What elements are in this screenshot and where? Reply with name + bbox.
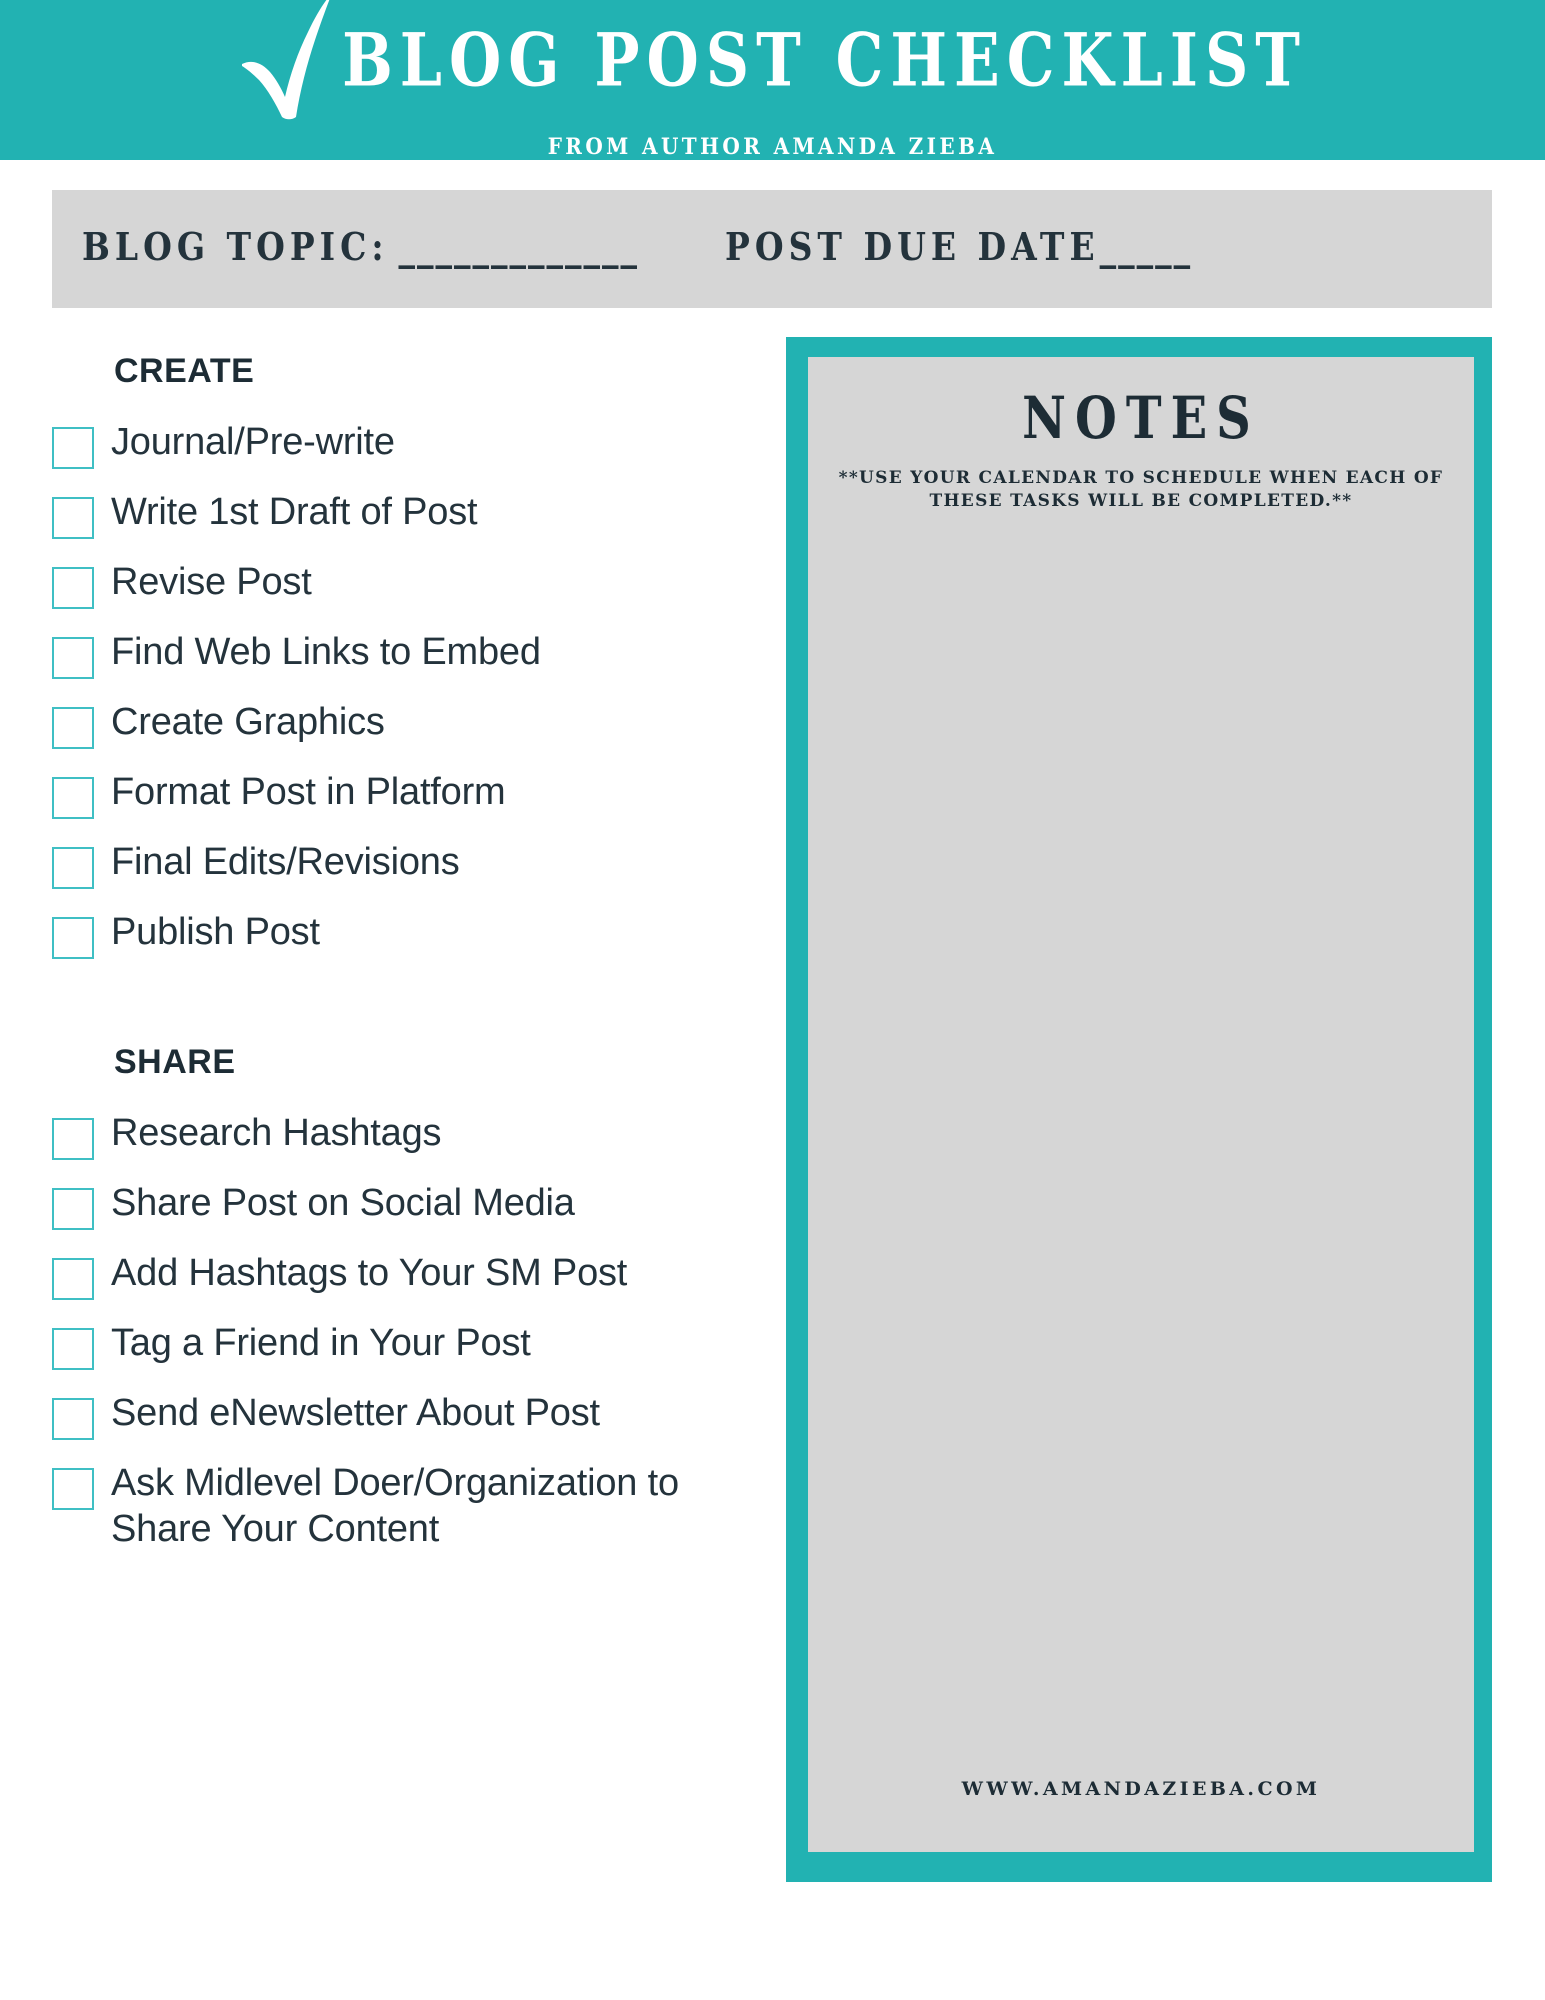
checkbox-icon[interactable] <box>52 567 94 609</box>
section-heading-share: SHARE <box>114 1043 236 1081</box>
page-header: BLOG POST CHECKLIST FROM AUTHOR AMANDA Z… <box>0 0 1545 160</box>
check-item[interactable]: Final Edits/Revisions <box>52 837 772 889</box>
check-item-label: Write 1st Draft of Post <box>111 491 478 533</box>
notes-panel: NOTES **USE YOUR CALENDAR TO SCHEDULE WH… <box>786 337 1492 1882</box>
page-title: BLOG POST CHECKLIST <box>342 18 1307 104</box>
check-item[interactable]: Tag a Friend in Your Post <box>52 1318 772 1370</box>
page-subtitle: FROM AUTHOR AMANDA ZIEBA <box>547 132 998 160</box>
check-item[interactable]: Revise Post <box>52 557 772 609</box>
checkbox-icon[interactable] <box>52 777 94 819</box>
checkbox-icon[interactable] <box>52 427 94 469</box>
checklist-page: BLOG POST CHECKLIST FROM AUTHOR AMANDA Z… <box>0 0 1545 2000</box>
check-item[interactable]: Ask Midlevel Doer/Organization to Share … <box>52 1458 772 1553</box>
check-icon <box>242 0 330 120</box>
check-item[interactable]: Create Graphics <box>52 697 772 749</box>
notes-subtitle: **USE YOUR CALENDAR TO SCHEDULE WHEN EAC… <box>838 468 1444 511</box>
blog-topic-input-rule[interactable]: _____________ <box>399 224 640 269</box>
check-item[interactable]: Share Post on Social Media <box>52 1178 772 1230</box>
checkbox-icon[interactable] <box>52 637 94 679</box>
check-item-label: Send eNewsletter About Post <box>111 1392 600 1434</box>
section-create: CREATE Journal/Pre-write Write 1st Draft… <box>52 352 772 959</box>
section-heading-create: CREATE <box>114 352 255 390</box>
checkbox-icon[interactable] <box>52 707 94 749</box>
check-item-label: Final Edits/Revisions <box>111 841 460 883</box>
checkbox-icon[interactable] <box>52 1258 94 1300</box>
blog-topic-label: BLOG TOPIC: <box>82 223 389 269</box>
check-item-label: Add Hashtags to Your SM Post <box>111 1252 628 1294</box>
header-title-row: BLOG POST CHECKLIST <box>228 0 1307 120</box>
check-item[interactable]: Find Web Links to Embed <box>52 627 772 679</box>
checkbox-icon[interactable] <box>52 1468 94 1510</box>
check-item-label: Research Hashtags <box>111 1112 442 1154</box>
checkbox-icon[interactable] <box>52 1398 94 1440</box>
section-share: SHARE Research Hashtags Share Post on So… <box>52 1043 772 1553</box>
post-due-date-input-rule[interactable]: _____ <box>1100 224 1193 269</box>
check-item-label: Find Web Links to Embed <box>111 631 541 673</box>
website-url: WWW.AMANDAZIEBA.COM <box>961 1778 1321 1800</box>
topic-due-row: BLOG TOPIC: _____________ POST DUE DATE … <box>52 224 1492 269</box>
post-due-date-label: POST DUE DATE <box>725 223 1100 269</box>
checkbox-icon[interactable] <box>52 1118 94 1160</box>
check-item-label: Publish Post <box>111 911 320 953</box>
checkbox-icon[interactable] <box>52 847 94 889</box>
check-item-label: Revise Post <box>111 561 312 603</box>
notes-title: NOTES <box>1022 385 1260 453</box>
checklist-columns: CREATE Journal/Pre-write Write 1st Draft… <box>52 352 772 1571</box>
check-item[interactable]: Research Hashtags <box>52 1108 772 1160</box>
notes-writing-area[interactable]: NOTES **USE YOUR CALENDAR TO SCHEDULE WH… <box>808 357 1474 1852</box>
check-item-label: Ask Midlevel Doer/Organization to Share … <box>111 1462 679 1551</box>
check-item[interactable]: Format Post in Platform <box>52 767 772 819</box>
check-item[interactable]: Write 1st Draft of Post <box>52 487 772 539</box>
check-item[interactable]: Add Hashtags to Your SM Post <box>52 1248 772 1300</box>
check-item[interactable]: Send eNewsletter About Post <box>52 1388 772 1440</box>
checkbox-icon[interactable] <box>52 497 94 539</box>
topic-due-bar: BLOG TOPIC: _____________ POST DUE DATE … <box>52 190 1492 308</box>
check-item-label: Tag a Friend in Your Post <box>111 1322 531 1364</box>
checkbox-icon[interactable] <box>52 917 94 959</box>
check-item-label: Format Post in Platform <box>111 771 506 813</box>
check-item-label: Share Post on Social Media <box>111 1182 575 1224</box>
check-item[interactable]: Publish Post <box>52 907 772 959</box>
checkbox-icon[interactable] <box>52 1328 94 1370</box>
check-item-label: Create Graphics <box>111 701 385 743</box>
check-item[interactable]: Journal/Pre-write <box>52 417 772 469</box>
checkbox-icon[interactable] <box>52 1188 94 1230</box>
check-item-label: Journal/Pre-write <box>111 421 395 463</box>
